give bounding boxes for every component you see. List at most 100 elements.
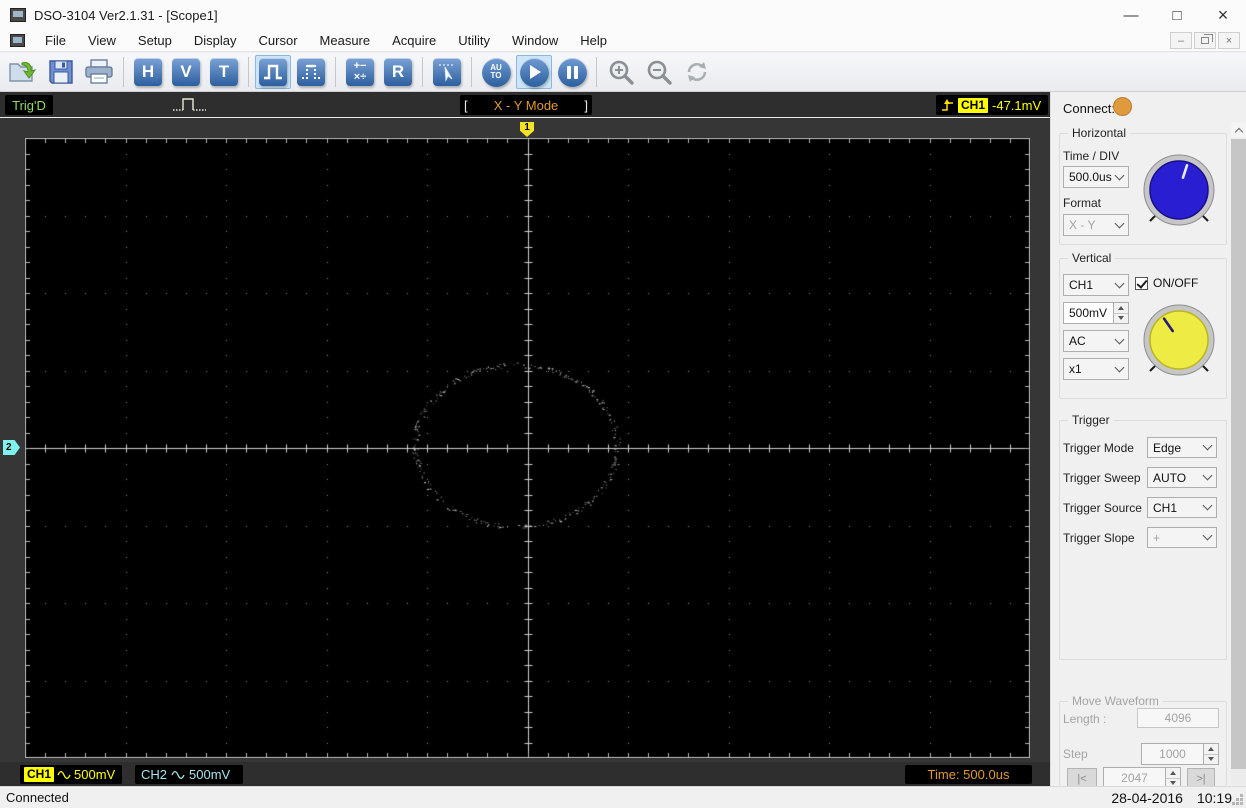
vertical-settings-button[interactable]: V (168, 55, 204, 89)
chevron-down-icon (1114, 278, 1125, 288)
onoff-label: ON/OFF (1153, 276, 1199, 290)
ch2-label: CH2 (141, 767, 168, 782)
stepper-arrows-icon[interactable] (1203, 744, 1218, 764)
floppy-icon (49, 60, 73, 84)
auto-setup-button[interactable]: AU TO (478, 55, 514, 89)
step-label: Step (1063, 747, 1088, 761)
volts-div-stepper[interactable]: 500mV (1063, 302, 1129, 324)
probe-select[interactable]: x1 (1063, 358, 1129, 380)
trigger-status-badge: Trig'D (5, 95, 53, 115)
waveform-canvas[interactable] (25, 138, 1030, 758)
cursor-arrow-icon (439, 64, 455, 82)
menu-item-help[interactable]: Help (569, 31, 618, 50)
dso-application-window: DSO-3104 Ver2.1.31 - [Scope1] — □ × File… (0, 0, 1246, 808)
refresh-button[interactable] (679, 55, 715, 89)
pulse-icon (264, 64, 282, 80)
multi-waveform-button[interactable] (293, 55, 329, 89)
trigger-pulse-icon (170, 94, 210, 116)
pause-button[interactable] (554, 55, 590, 89)
trigger-source-label: Trigger Source (1063, 501, 1142, 515)
stepper-arrows-icon[interactable] (1165, 768, 1180, 788)
bracket-right: ] (584, 97, 588, 113)
menu-item-acquire[interactable]: Acquire (381, 31, 447, 50)
menu-item-utility[interactable]: Utility (447, 31, 501, 50)
vertical-knob[interactable] (1141, 302, 1217, 378)
save-button[interactable] (43, 55, 79, 89)
zoom-out-button[interactable] (641, 55, 677, 89)
child-minimize-button[interactable]: – (1170, 32, 1192, 49)
math-button[interactable]: +− ×÷ (342, 55, 378, 89)
channel-info-bar: CH1 500mV CH2 500mV Time: 500.0us (0, 762, 1050, 786)
single-waveform-button[interactable] (255, 55, 291, 89)
trigger-slope-label: Trigger Slope (1063, 531, 1135, 545)
resize-grip[interactable] (1240, 794, 1243, 797)
channel-select[interactable]: CH1 (1063, 274, 1129, 296)
run-button[interactable] (516, 55, 552, 89)
h-icon: H (134, 58, 162, 86)
trigger-slope-select[interactable]: + (1147, 527, 1217, 548)
print-button[interactable] (81, 55, 117, 89)
format-label: Format (1063, 196, 1102, 210)
trigger-mode-select[interactable]: Edge (1147, 437, 1217, 458)
ac-coupling-icon (171, 770, 185, 779)
stepper-arrows-icon[interactable] (1113, 303, 1128, 323)
ch2-position-marker[interactable]: 2 (3, 440, 20, 455)
trigger-channel-chip: CH1 (958, 97, 989, 113)
time-div-select[interactable]: 500.0us (1063, 166, 1129, 188)
length-value-box: 4096 (1137, 708, 1219, 728)
folder-open-icon (9, 62, 37, 82)
format-select[interactable]: X - Y (1063, 214, 1129, 236)
status-bar: Connected 28-04-2016 10:19 (0, 786, 1246, 808)
trigger-source-select[interactable]: CH1 (1147, 497, 1217, 518)
bracket-left: [ (464, 97, 468, 113)
child-restore-button[interactable] (1194, 32, 1216, 49)
ch1-position-marker[interactable]: 1 (520, 122, 534, 137)
reference-button[interactable]: R (380, 55, 416, 89)
zoom-in-button[interactable] (603, 55, 639, 89)
refresh-icon (687, 62, 707, 82)
menu-item-measure[interactable]: Measure (309, 31, 382, 50)
scope-display-area[interactable]: 1 2 (0, 118, 1050, 762)
menu-item-display[interactable]: Display (183, 31, 248, 50)
child-close-button[interactable]: × (1218, 32, 1240, 49)
edge-trigger-icon (942, 98, 953, 111)
trigger-settings-button[interactable]: T (206, 55, 242, 89)
open-file-button[interactable] (5, 55, 41, 89)
menu-item-cursor[interactable]: Cursor (248, 31, 309, 50)
minimize-button[interactable]: — (1108, 0, 1154, 30)
zoom-in-icon (609, 60, 634, 85)
scrollbar-thumb[interactable] (1231, 139, 1246, 769)
move-waveform-title: Move Waveform (1068, 694, 1163, 708)
printer-icon (85, 59, 113, 84)
pulse-train-icon (302, 64, 320, 79)
horizontal-knob[interactable] (1141, 152, 1217, 228)
channel-onoff-checkbox[interactable]: ON/OFF (1135, 276, 1198, 290)
auto-icon: AU TO (481, 57, 511, 87)
app-icon (10, 8, 26, 22)
step-stepper[interactable]: 1000 (1141, 743, 1219, 765)
title-bar: DSO-3104 Ver2.1.31 - [Scope1] — □ × (0, 0, 1246, 30)
panel-scrollbar[interactable] (1231, 122, 1246, 785)
cursor-button[interactable] (429, 55, 465, 89)
menu-item-view[interactable]: View (77, 31, 127, 50)
menu-item-window[interactable]: Window (501, 31, 569, 50)
chevron-down-icon (1114, 362, 1125, 372)
pause-icon (557, 57, 587, 87)
scroll-up-arrow-icon[interactable] (1231, 122, 1246, 138)
close-button[interactable]: × (1200, 0, 1246, 30)
menu-item-file[interactable]: File (34, 31, 77, 50)
chevron-down-icon (1202, 530, 1213, 541)
display-mode-label: X - Y Mode (493, 97, 559, 113)
chevron-down-icon (1202, 500, 1213, 511)
trigger-sweep-label: Trigger Sweep (1063, 471, 1141, 485)
horizontal-settings-button[interactable]: H (130, 55, 166, 89)
chevron-down-icon (1202, 470, 1213, 481)
ch2-scale-badge: CH2 500mV (135, 765, 243, 784)
menu-item-setup[interactable]: Setup (127, 31, 183, 50)
maximize-button[interactable]: □ (1154, 0, 1200, 30)
trigger-sweep-select[interactable]: AUTO (1147, 467, 1217, 488)
chevron-down-icon (1114, 334, 1125, 344)
scope-status-bar: Trig'D [ X - Y Mode ] CH1 -47.1mV (0, 92, 1050, 118)
coupling-select[interactable]: AC (1063, 330, 1129, 352)
vertical-group-title: Vertical (1068, 251, 1116, 265)
